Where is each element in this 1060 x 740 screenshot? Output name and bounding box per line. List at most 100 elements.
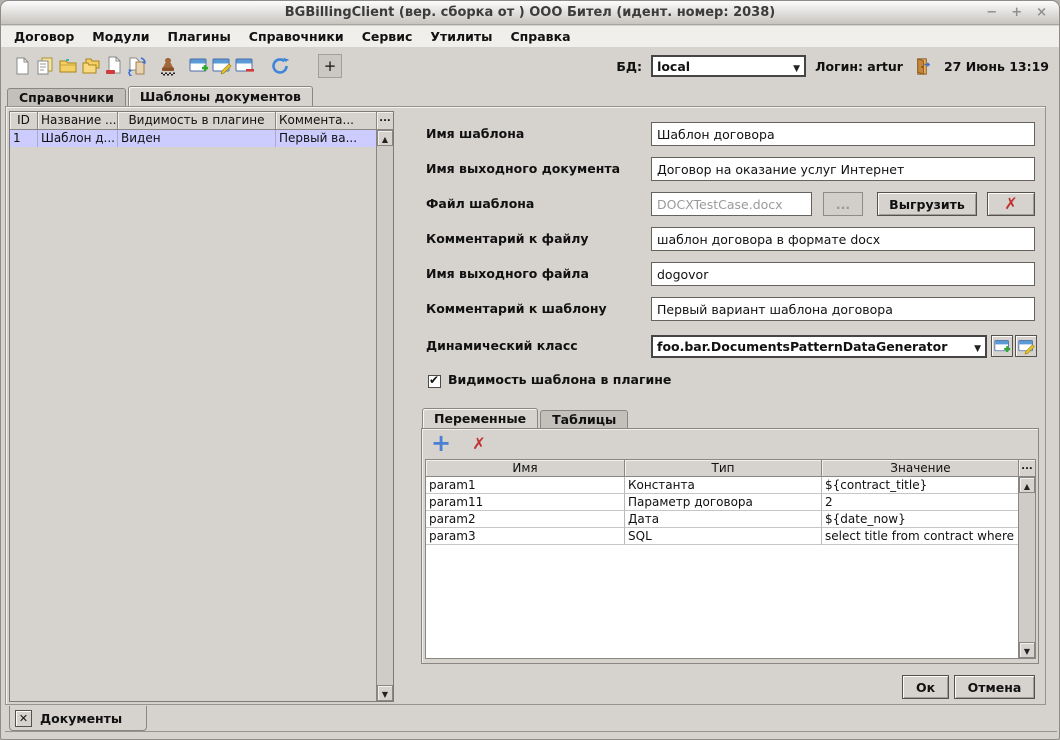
remove-window-icon[interactable] [234, 55, 256, 77]
add-window-icon[interactable] [188, 55, 210, 77]
db-select[interactable]: local [651, 55, 806, 77]
stamp-icon[interactable] [157, 55, 179, 77]
menu-dogovor[interactable]: Договор [5, 27, 83, 46]
cell-var-value: ${date_now} [822, 511, 1020, 528]
edit-window-icon[interactable] [211, 55, 233, 77]
exit-door-icon[interactable] [912, 55, 934, 77]
visibility-checkbox[interactable] [428, 375, 441, 388]
cell-var-type: Дата [625, 511, 822, 528]
cell-var-value: 2 [822, 494, 1020, 511]
chevron-down-icon [974, 339, 981, 354]
scroll-up-button[interactable] [1019, 477, 1035, 493]
delete-document-icon[interactable] [103, 55, 125, 77]
menu-spravochniki[interactable]: Справочники [240, 27, 353, 46]
output-file-name-input[interactable] [651, 262, 1035, 286]
menu-plaginy[interactable]: Плагины [158, 27, 239, 46]
folders-icon[interactable] [80, 55, 102, 77]
scroll-up-button[interactable] [377, 130, 393, 146]
menu-moduli[interactable]: Модули [83, 27, 158, 46]
inner-tab-bar: Переменные Таблицы [422, 408, 630, 429]
col-header-id[interactable]: ID [10, 112, 38, 130]
reload-document-icon[interactable] [126, 55, 148, 77]
delete-variable-button[interactable] [467, 433, 491, 455]
col-header-var-value[interactable]: Значение [822, 460, 1020, 477]
add-tab-button[interactable]: + [318, 54, 342, 78]
add-variable-button[interactable] [429, 432, 453, 454]
variables-table-header: Имя Тип Значение [426, 460, 1020, 477]
file-comment-label: Комментарий к файлу [426, 227, 589, 251]
bottom-tab-dokumenty[interactable]: ✕ Документы [9, 706, 147, 731]
tab-shablony-dokumentov[interactable]: Шаблоны документов [128, 86, 313, 107]
col-header-var-name[interactable]: Имя [426, 460, 625, 477]
template-file-input [651, 192, 812, 216]
browse-file-button[interactable]: ... [823, 192, 863, 216]
db-select-value: local [657, 59, 690, 74]
window-title: BGBillingClient (вер. сборка от ) ООО Би… [285, 5, 775, 20]
variables-table-scrollbar[interactable] [1018, 477, 1035, 658]
main-tab-bar: Справочники Шаблоны документов [7, 86, 315, 107]
menu-bar: Договор Модули Плагины Справочники Серви… [1, 26, 1059, 47]
arrow-down-icon [382, 686, 388, 700]
table-row[interactable]: param1 Константа ${contract_title} [426, 477, 1020, 494]
cell-name: Шаблон д... [38, 130, 118, 147]
copy-document-icon[interactable] [34, 55, 56, 77]
dynamic-class-value: foo.bar.DocumentsPatternDataGenerator [657, 339, 947, 354]
scroll-down-button[interactable] [377, 685, 393, 701]
menu-servis[interactable]: Сервис [353, 27, 422, 46]
open-folder-icon[interactable] [57, 55, 79, 77]
upload-button[interactable]: Выгрузить [877, 192, 977, 216]
template-name-label: Имя шаблона [426, 122, 524, 146]
template-comment-input[interactable] [651, 297, 1035, 321]
ok-button[interactable]: Ок [902, 675, 949, 699]
col-header-name[interactable]: Название ... [38, 112, 118, 130]
add-class-button[interactable] [991, 335, 1013, 357]
col-header-comment[interactable]: Коммента... [276, 112, 378, 130]
column-options-button[interactable]: ... [376, 112, 393, 130]
toolbar-right: БД: local Логин: artur 27 Июнь 13:19 [616, 47, 1049, 85]
tab-spravochniki[interactable]: Справочники [7, 88, 126, 107]
login-label: Логин: artur [815, 59, 903, 74]
tab-tablitsy[interactable]: Таблицы [540, 410, 628, 429]
scroll-down-button[interactable] [1019, 642, 1035, 658]
delete-file-button[interactable] [987, 192, 1035, 216]
cell-var-name: param11 [426, 494, 625, 511]
cell-var-value: select title from contract where ... [822, 528, 1020, 545]
cancel-button[interactable]: Отмена [954, 675, 1035, 699]
template-name-input[interactable] [651, 122, 1035, 146]
dynamic-class-label: Динамический класс [426, 334, 578, 358]
bottom-divider [5, 731, 1057, 732]
maximize-button[interactable]: + [1011, 1, 1022, 25]
edit-window-icon [1018, 338, 1035, 355]
table-row[interactable]: param3 SQL select title from contract wh… [426, 528, 1020, 545]
arrow-down-icon [1024, 643, 1030, 657]
col-header-var-type[interactable]: Тип [625, 460, 822, 477]
cell-var-value: ${contract_title} [822, 477, 1020, 494]
menu-utility[interactable]: Утилиты [421, 27, 501, 46]
cell-var-name: param1 [426, 477, 625, 494]
table-row[interactable]: param11 Параметр договора 2 [426, 494, 1020, 511]
table-row[interactable]: 1 Шаблон д... Виден Первый ва... [10, 130, 378, 147]
close-button[interactable]: × [1036, 1, 1047, 25]
col-header-visibility[interactable]: Видимость в плагине [118, 112, 276, 130]
output-document-name-input[interactable] [651, 157, 1035, 181]
column-options-button[interactable]: ... [1018, 460, 1035, 477]
cell-id: 1 [10, 130, 38, 147]
refresh-icon[interactable] [269, 55, 291, 77]
new-document-icon[interactable] [11, 55, 33, 77]
close-tab-button[interactable]: ✕ [15, 710, 32, 727]
table-row[interactable]: param2 Дата ${date_now} [426, 511, 1020, 528]
minimize-button[interactable]: − [986, 1, 997, 25]
chevron-down-icon [793, 59, 800, 74]
variables-table: Имя Тип Значение ... param1 Константа ${… [425, 459, 1036, 659]
menu-spravka[interactable]: Справка [501, 27, 579, 46]
edit-class-button[interactable] [1015, 335, 1037, 357]
tab-peremennye[interactable]: Переменные [422, 408, 538, 429]
app-window: BGBillingClient (вер. сборка от ) ООО Би… [0, 0, 1060, 740]
templates-table-header: ID Название ... Видимость в плагине Комм… [10, 112, 378, 130]
cell-var-name: param3 [426, 528, 625, 545]
template-file-label: Файл шаблона [426, 192, 534, 216]
file-comment-input[interactable] [651, 227, 1035, 251]
dynamic-class-select[interactable]: foo.bar.DocumentsPatternDataGenerator [651, 335, 987, 358]
db-label: БД: [616, 59, 642, 74]
templates-table-scrollbar[interactable] [376, 130, 393, 701]
